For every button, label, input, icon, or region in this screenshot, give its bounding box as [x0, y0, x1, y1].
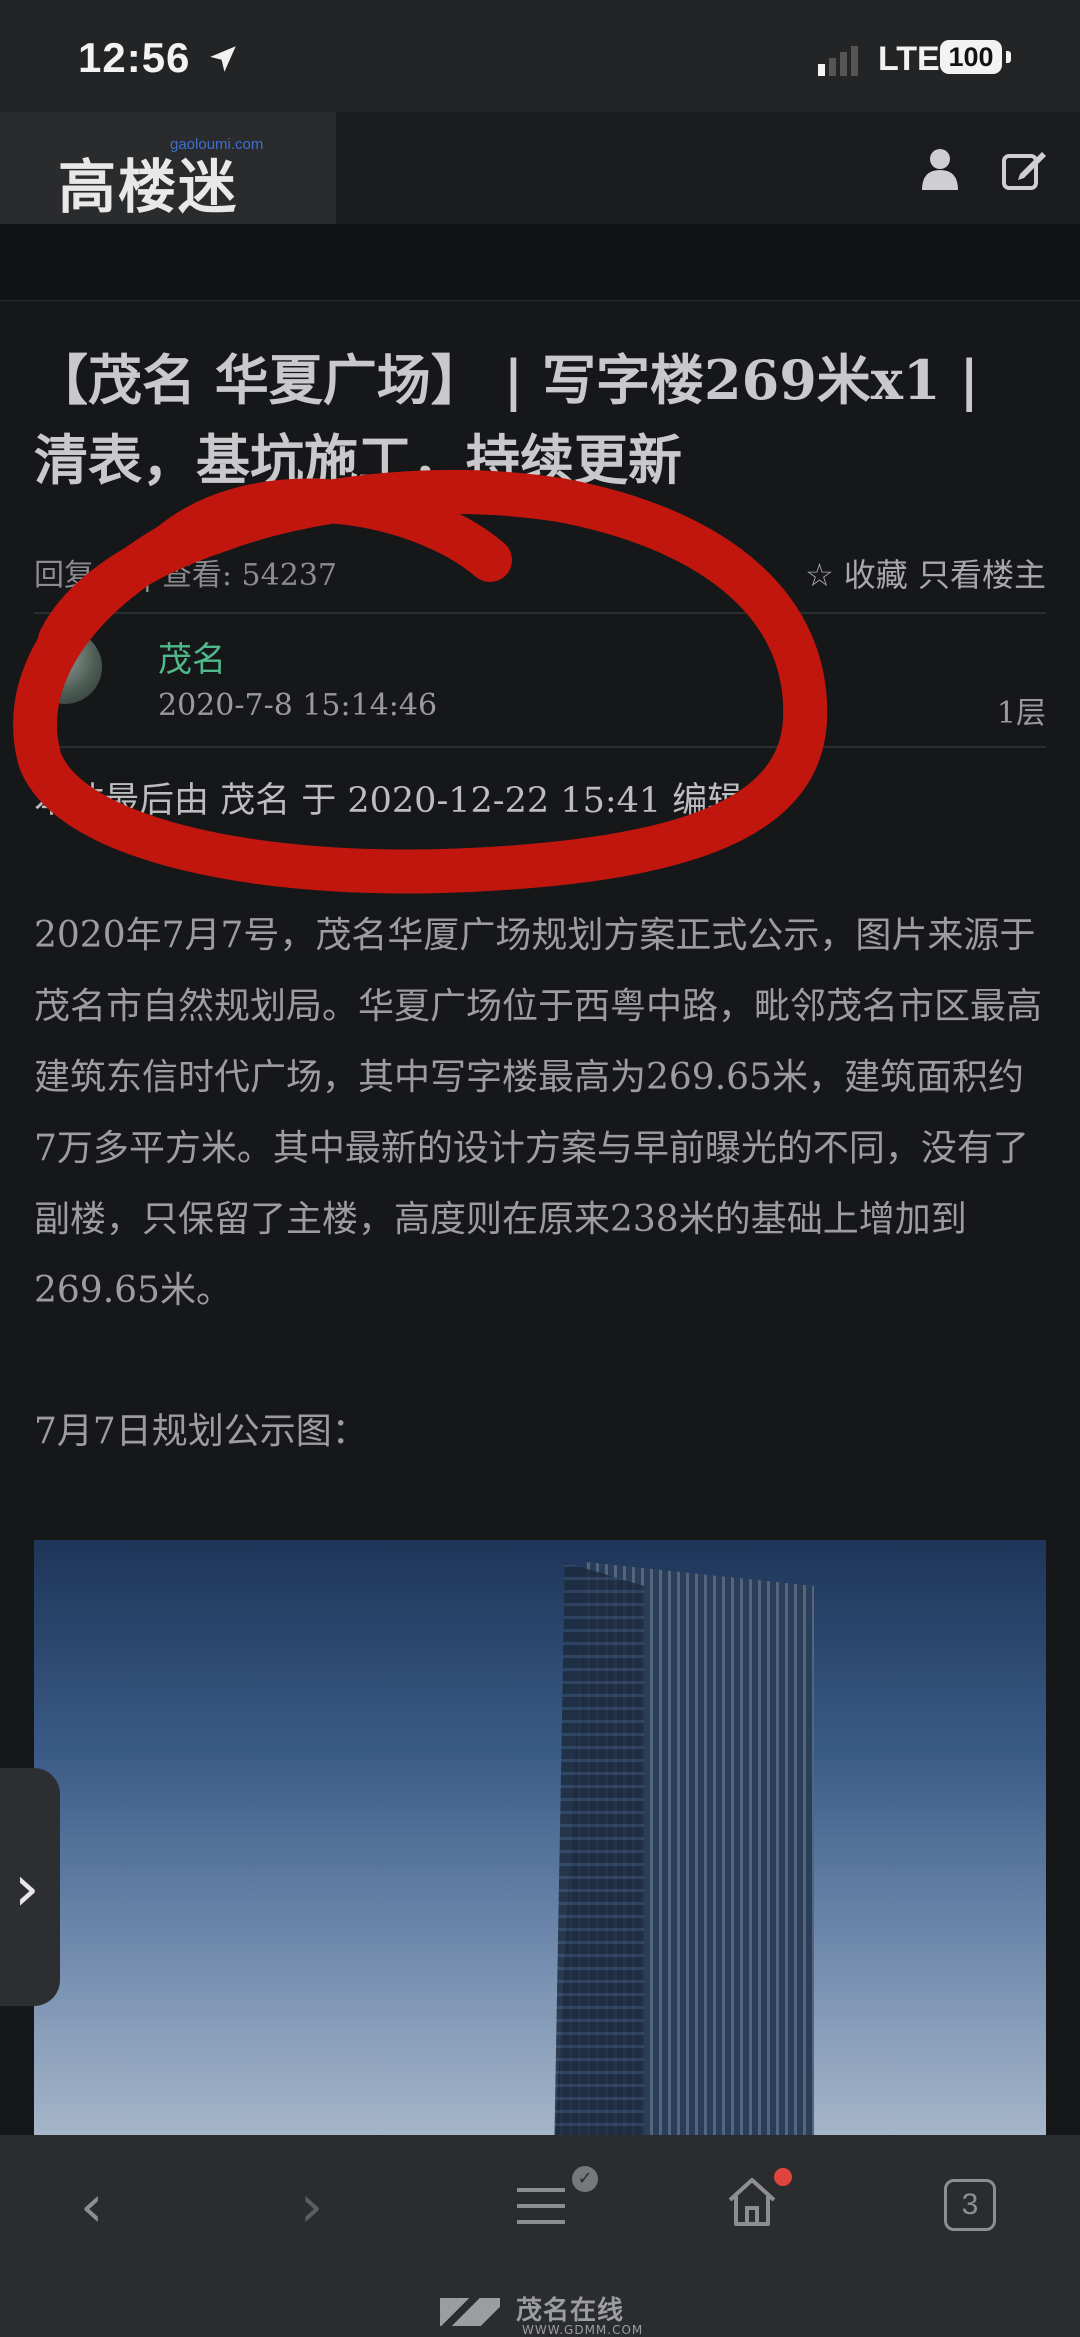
watermark-logo: 茂名在线 WWW.GDMM.COM	[440, 2290, 643, 2337]
tower-facade	[554, 1562, 644, 2140]
battery-tip	[1006, 51, 1011, 63]
watermark-url: WWW.GDMM.COM	[522, 2323, 644, 2337]
post-date: 2020-7-8 15:14:46	[158, 688, 438, 723]
check-badge-icon: ✓	[572, 2166, 598, 2192]
star-icon[interactable]: ☆	[805, 556, 834, 594]
watermark-icon	[440, 2297, 500, 2326]
post-stats: 回复: 1 | 查看: 54237	[34, 558, 337, 593]
author-name[interactable]: 茂名	[158, 632, 226, 681]
post-actions: ☆ 收藏 只看楼主	[805, 550, 1046, 596]
back-arrow-icon[interactable]: ‹	[80, 2172, 103, 2240]
home-icon[interactable]	[724, 2176, 780, 2228]
status-bar: 12:56 LTE 100	[0, 0, 1080, 112]
edit-note: 本帖最后由 茂名 于 2020-12-22 15:41 编辑	[34, 781, 743, 821]
site-logo[interactable]: 高楼迷 gaoloumi.com	[0, 112, 336, 224]
floor-number: 1层	[996, 696, 1046, 731]
user-icon[interactable]	[920, 148, 960, 190]
divider	[34, 746, 1046, 748]
location-arrow-icon	[210, 46, 236, 72]
signal-strength-icon	[818, 46, 862, 76]
status-time: 12:56	[78, 34, 191, 81]
post-title: 【茂名 华夏广场】 | 写字楼269米x1 | 清表，基坑施工，持续更新	[34, 348, 979, 492]
only-author-button[interactable]: 只看楼主	[918, 556, 1046, 594]
chevron-right-icon[interactable]: ›	[14, 1852, 40, 1926]
notification-dot	[774, 2168, 792, 2186]
forward-arrow-icon[interactable]: ›	[300, 2172, 323, 2240]
network-type: LTE	[878, 40, 940, 78]
image-caption: 7月7日规划公示图：	[34, 1411, 368, 1452]
site-header: 高楼迷 gaoloumi.com	[0, 112, 1080, 224]
post-image[interactable]	[34, 1540, 1046, 2140]
author-avatar[interactable]	[28, 630, 102, 704]
post-body: 2020年7月7号，茂名华厦广场规划方案正式公示，图片来源于茂名市自然规划局。华…	[34, 915, 1043, 1311]
menu-icon[interactable]	[515, 2180, 567, 2232]
favorite-button[interactable]: 收藏	[844, 556, 908, 594]
divider	[34, 612, 1046, 614]
logo-domain: gaoloumi.com	[170, 136, 264, 153]
battery-icon: 100	[940, 40, 1002, 74]
edit-post-icon[interactable]	[1002, 148, 1048, 190]
tabs-count-button[interactable]: 3	[944, 2179, 996, 2231]
watermark-text: 茂名在线	[516, 2296, 625, 2326]
